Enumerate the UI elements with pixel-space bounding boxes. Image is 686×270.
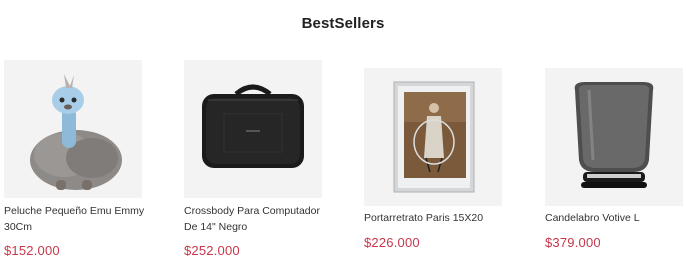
photo-frame-icon: [393, 81, 475, 193]
product-price: $152.000: [4, 243, 60, 258]
product-price: $226.000: [364, 235, 420, 250]
laptop-bag-icon: [202, 84, 304, 168]
product-image[interactable]: [4, 60, 142, 198]
product-card-candelabro[interactable]: Candelabro Votive L $379.000: [545, 0, 686, 270]
product-name[interactable]: Peluche Pequeño Emu Emmy 30Cm: [4, 203, 154, 235]
product-price: $252.000: [184, 243, 240, 258]
product-card-crossbody[interactable]: Crossbody Para Computador De 14" Negro $…: [184, 0, 344, 270]
plush-emu-icon: [30, 74, 122, 190]
product-image[interactable]: [184, 60, 322, 198]
glass-candle-holder-icon: [574, 82, 654, 188]
product-image[interactable]: [364, 68, 502, 206]
bestsellers-section: BestSellers Peluche Pequeño Emu Emmy 30C…: [0, 0, 686, 270]
product-card-emu[interactable]: Peluche Pequeño Emu Emmy 30Cm $152.000: [4, 0, 164, 270]
product-image[interactable]: [545, 68, 683, 206]
product-card-portarretrato[interactable]: Portarretrato Paris 15X20 $226.000: [364, 0, 524, 270]
product-name[interactable]: Crossbody Para Computador De 14" Negro: [184, 203, 334, 235]
product-name[interactable]: Candelabro Votive L: [545, 210, 686, 226]
product-price: $379.000: [545, 235, 601, 250]
product-name[interactable]: Portarretrato Paris 15X20: [364, 210, 514, 226]
